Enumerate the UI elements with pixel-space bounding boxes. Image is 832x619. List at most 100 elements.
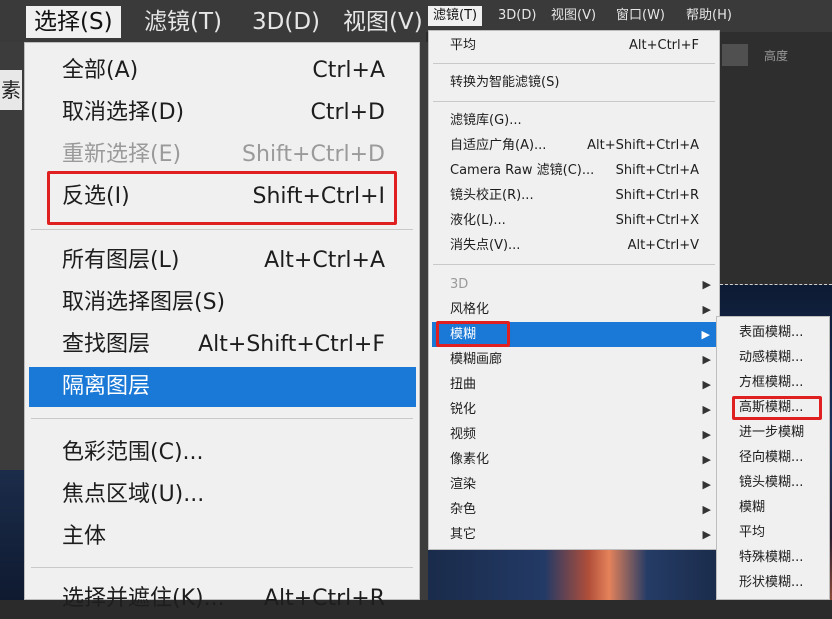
menu-separator: [31, 229, 413, 230]
menu-item-label: 取消选择图层(S): [62, 290, 226, 315]
menu-item-shortcut: Alt+Ctrl+F: [629, 38, 699, 53]
menu-item-label: 像素化: [450, 452, 490, 467]
menu-item-label: 渲染: [450, 477, 477, 492]
menu-item-label: 滤镜库(G)...: [450, 113, 522, 128]
menu-item-focus-area[interactable]: 焦点区域(U)...: [25, 475, 419, 515]
menu-item-label: 转换为智能滤镜(S): [450, 75, 560, 90]
filter-item-gallery[interactable]: 滤镜库(G)...: [429, 108, 719, 133]
menu-item-select-all[interactable]: 全部(A) Ctrl+A: [25, 51, 419, 91]
menu-item-find-layers[interactable]: 查找图层 Alt+Shift+Ctrl+F: [25, 325, 419, 365]
submenu-arrow-icon: ▶: [701, 328, 710, 341]
menu-3d[interactable]: 3D(D): [252, 6, 320, 38]
menu-item-deselect-layers[interactable]: 取消选择图层(S): [25, 283, 419, 323]
menu-item-color-range[interactable]: 色彩范围(C)...: [25, 433, 419, 473]
menu-help[interactable]: 帮助(H): [686, 6, 732, 26]
menu-item-shortcut: Shift+Ctrl+D: [242, 142, 385, 167]
menubar-small: 滤镜(T) 3D(D) 视图(V) 窗口(W) 帮助(H): [426, 0, 832, 32]
menu-item-label: 液化(L)...: [450, 213, 506, 228]
filter-dropdown-menu: 平均 Alt+Ctrl+F 转换为智能滤镜(S) 滤镜库(G)... 自适应广角…: [428, 30, 720, 550]
submenu-arrow-icon: ▶: [702, 453, 711, 466]
blur-item-motion[interactable]: 动感模糊...: [717, 345, 829, 370]
menu-item-label: 特殊模糊...: [739, 550, 804, 565]
menu-item-shortcut: Shift+Ctrl+X: [615, 213, 699, 228]
menu-item-label: 隔离图层: [62, 374, 151, 399]
filter-item-stylize[interactable]: 风格化 ▶: [429, 297, 719, 322]
menu-item-label: 径向模糊...: [739, 450, 804, 465]
menu-item-label: 杂色: [450, 502, 477, 517]
filter-item-video[interactable]: 视频 ▶: [429, 422, 719, 447]
menu-item-label: 3D: [450, 277, 469, 292]
menu-item-shortcut: Alt+Ctrl+A: [264, 248, 385, 273]
blur-item-box[interactable]: 方框模糊...: [717, 370, 829, 395]
filter-item-other[interactable]: 其它 ▶: [429, 522, 719, 547]
submenu-arrow-icon: ▶: [702, 278, 711, 291]
menu-view[interactable]: 视图(V): [343, 6, 423, 38]
submenu-arrow-icon: ▶: [702, 428, 711, 441]
menu-item-deselect[interactable]: 取消选择(D) Ctrl+D: [25, 93, 419, 133]
menu-separator: [31, 418, 413, 419]
menu-item-shortcut: Shift+Ctrl+A: [615, 163, 699, 178]
menu-item-subject[interactable]: 主体: [25, 517, 419, 557]
menu-item-label: 锐化: [450, 402, 477, 417]
menu-item-label: Camera Raw 滤镜(C)...: [450, 163, 595, 178]
blur-item-blur-more[interactable]: 进一步模糊: [717, 420, 829, 445]
blur-item-smart[interactable]: 特殊模糊...: [717, 545, 829, 570]
menu-item-shortcut: Ctrl+A: [312, 58, 385, 83]
menu-item-label: 视频: [450, 427, 477, 442]
select-dropdown-menu: 全部(A) Ctrl+A 取消选择(D) Ctrl+D 重新选择(E) Shif…: [24, 42, 420, 611]
blur-item-lens[interactable]: 镜头模糊...: [717, 470, 829, 495]
filter-item-adaptive-wide-angle[interactable]: 自适应广角(A)... Alt+Shift+Ctrl+A: [429, 133, 719, 158]
canvas-image-fragment: [0, 470, 26, 600]
blur-item-average[interactable]: 平均: [717, 520, 829, 545]
options-bar-label: 高度: [764, 49, 789, 63]
blur-item-radial[interactable]: 径向模糊...: [717, 445, 829, 470]
menu-item-shortcut: Alt+Shift+Ctrl+A: [587, 138, 699, 153]
filter-item-vanishing-point[interactable]: 消失点(V)... Alt+Ctrl+V: [429, 233, 719, 258]
annotation-highlight-blur: [436, 321, 510, 347]
menu-item-label: 镜头模糊...: [739, 475, 804, 490]
menu-item-shortcut: Shift+Ctrl+R: [615, 188, 700, 203]
submenu-arrow-icon: ▶: [702, 503, 711, 516]
canvas-image-bottom: [428, 550, 720, 600]
menu-item-label: 主体: [62, 524, 107, 549]
blur-item-surface[interactable]: 表面模糊...: [717, 320, 829, 345]
filter-item-distort[interactable]: 扭曲 ▶: [429, 372, 719, 397]
menu-separator: [433, 264, 715, 265]
submenu-arrow-icon: ▶: [702, 528, 711, 541]
menu-item-shortcut: Alt+Shift+Ctrl+F: [198, 332, 385, 357]
menu-item-all-layers[interactable]: 所有图层(L) Alt+Ctrl+A: [25, 241, 419, 281]
filter-item-sharpen[interactable]: 锐化 ▶: [429, 397, 719, 422]
panel-tab-fragment[interactable]: 素: [0, 70, 22, 110]
menu-3d[interactable]: 3D(D): [498, 6, 536, 26]
submenu-arrow-icon: ▶: [702, 378, 711, 391]
filter-item-camera-raw[interactable]: Camera Raw 滤镜(C)... Shift+Ctrl+A: [429, 158, 719, 183]
blur-submenu: 表面模糊... 动感模糊... 方框模糊... 高斯模糊... 进一步模糊 径向…: [716, 316, 830, 600]
menu-window[interactable]: 窗口(W): [616, 6, 665, 26]
filter-item-last-filter[interactable]: 平均 Alt+Ctrl+F: [429, 33, 719, 58]
menu-item-isolate-layers[interactable]: 隔离图层: [29, 367, 416, 407]
menu-filter[interactable]: 滤镜(T): [144, 6, 222, 38]
menu-item-shortcut: Alt+Ctrl+R: [263, 586, 385, 611]
menu-item-label: 方框模糊...: [739, 375, 804, 390]
menu-item-label: 全部(A): [62, 58, 139, 83]
menu-view[interactable]: 视图(V): [551, 6, 596, 26]
filter-item-liquify[interactable]: 液化(L)... Shift+Ctrl+X: [429, 208, 719, 233]
menu-item-label: 扭曲: [450, 377, 477, 392]
menu-item-label: 自适应广角(A)...: [450, 138, 547, 153]
filter-item-blur-gallery[interactable]: 模糊画廊 ▶: [429, 347, 719, 372]
options-bar-field[interactable]: [722, 44, 748, 66]
filter-item-noise[interactable]: 杂色 ▶: [429, 497, 719, 522]
filter-item-convert-smart[interactable]: 转换为智能滤镜(S): [429, 70, 719, 95]
menu-select[interactable]: 选择(S): [26, 6, 121, 38]
filter-item-lens-correction[interactable]: 镜头校正(R)... Shift+Ctrl+R: [429, 183, 719, 208]
menu-item-reselect: 重新选择(E) Shift+Ctrl+D: [25, 135, 419, 175]
menu-item-select-and-mask[interactable]: 选择并遮住(K)... Alt+Ctrl+R: [25, 579, 419, 619]
blur-item-blur[interactable]: 模糊: [717, 495, 829, 520]
menu-filter[interactable]: 滤镜(T): [428, 6, 483, 26]
menu-item-label: 其它: [450, 527, 477, 542]
menu-item-label: 色彩范围(C)...: [62, 440, 204, 465]
submenu-arrow-icon: ▶: [702, 403, 711, 416]
filter-item-pixelate[interactable]: 像素化 ▶: [429, 447, 719, 472]
filter-item-render[interactable]: 渲染 ▶: [429, 472, 719, 497]
blur-item-shape[interactable]: 形状模糊...: [717, 570, 829, 595]
